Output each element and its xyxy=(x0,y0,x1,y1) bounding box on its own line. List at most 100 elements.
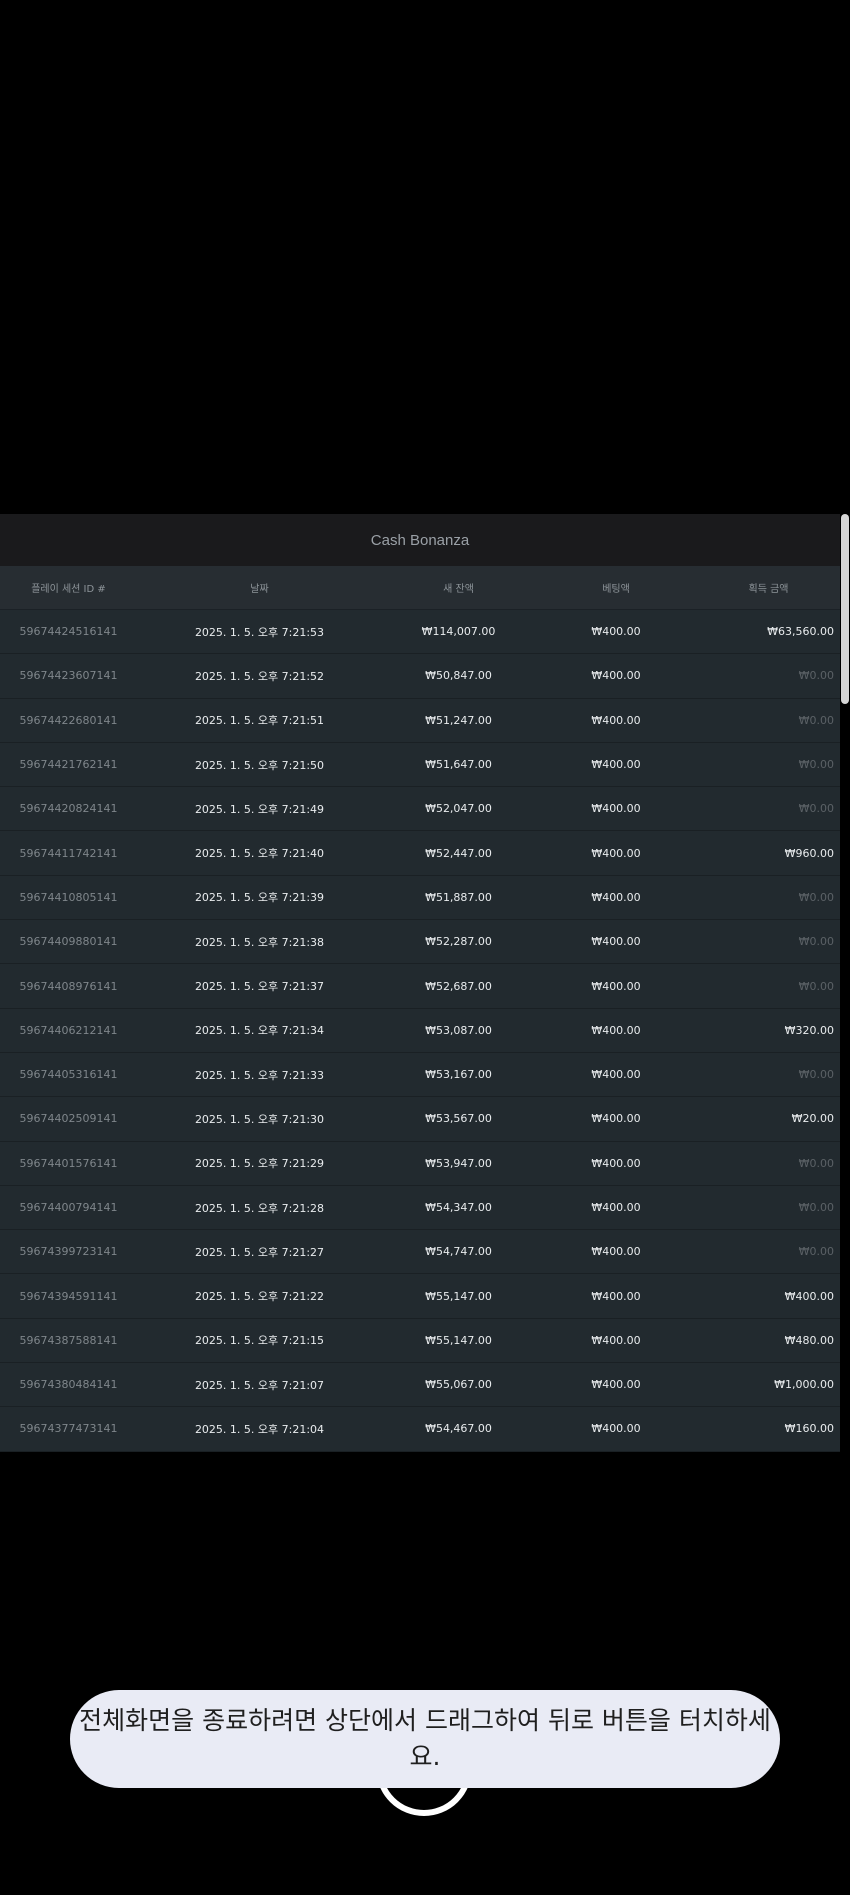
table-row[interactable]: 59674406212141 2025. 1. 5. 오후 7:21:34 ₩53,… xyxy=(0,1008,840,1053)
date-cell: 2025. 1. 5. 오후 7:21:51 xyxy=(194,714,325,728)
date-cell: 2025. 1. 5. 오후 7:21:49 xyxy=(194,802,325,816)
session-id-cell: 59674394591141 xyxy=(19,1289,118,1303)
table-row[interactable]: 59674394591141 2025. 1. 5. 오후 7:21:22 ₩55,… xyxy=(0,1274,840,1319)
new-balance-cell: ₩51,247.00 xyxy=(425,713,492,727)
new-balance-cell: ₩52,047.00 xyxy=(425,802,492,816)
date-cell: 2025. 1. 5. 오후 7:21:37 xyxy=(194,980,325,994)
table-row[interactable]: 59674405316141 2025. 1. 5. 오후 7:21:33 ₩53,… xyxy=(0,1052,840,1098)
date-cell: 2025. 1. 5. 오후 7:21:40 xyxy=(194,847,325,861)
session-id-cell: 59674405316141 xyxy=(19,1068,118,1082)
date-cell: 2025. 1. 5. 오후 7:21:07 xyxy=(194,1378,325,1392)
table-row[interactable]: 59674422680141 2025. 1. 5. 오후 7:21:51 ₩51,… xyxy=(0,698,840,743)
table-body[interactable]: 59674424516141 2025. 1. 5. 오후 7:21:53 ₩114… xyxy=(0,610,840,1452)
bet-cell: ₩400.00 xyxy=(591,669,641,683)
bet-cell: ₩400.00 xyxy=(591,846,641,860)
table-row[interactable]: 59674424516141 2025. 1. 5. 오후 7:21:53 ₩114… xyxy=(0,610,840,655)
session-id-cell: 59674411742141 xyxy=(19,846,118,860)
session-id-cell: 59674422680141 xyxy=(19,713,118,727)
session-id-cell: 59674380484141 xyxy=(19,1378,118,1392)
bet-cell: ₩400.00 xyxy=(591,935,641,949)
table-row[interactable]: 59674420824141 2025. 1. 5. 오후 7:21:49 ₩52,… xyxy=(0,787,840,832)
new-balance-cell: ₩55,067.00 xyxy=(425,1378,492,1392)
new-balance-cell: ₩114,007.00 xyxy=(421,625,496,639)
table-row[interactable]: 59674401576141 2025. 1. 5. 오후 7:21:29 ₩53,… xyxy=(0,1141,840,1186)
new-balance-cell: ₩53,567.00 xyxy=(425,1112,492,1126)
new-balance-cell: ₩55,147.00 xyxy=(425,1289,492,1303)
new-balance-cell: ₩54,347.00 xyxy=(425,1201,492,1214)
bet-cell: ₩400.00 xyxy=(591,1378,641,1392)
bet-cell: ₩400.00 xyxy=(591,1112,641,1126)
date-cell: 2025. 1. 5. 오후 7:21:22 xyxy=(194,1290,325,1304)
table-row[interactable]: 59674387588141 2025. 1. 5. 오후 7:21:15 ₩55,… xyxy=(0,1318,840,1364)
table-row[interactable]: 59674409880141 2025. 1. 5. 오후 7:21:38 ₩52,… xyxy=(0,920,840,965)
bet-cell: ₩400.00 xyxy=(591,1333,641,1347)
table-row[interactable]: 59674408976141 2025. 1. 5. 오후 7:21:37 ₩52,… xyxy=(0,964,840,1009)
new-balance-cell: ₩51,647.00 xyxy=(425,758,492,772)
new-balance-cell: ₩50,847.00 xyxy=(425,669,492,683)
table-row[interactable]: 59674399723141 2025. 1. 5. 오후 7:21:27 ₩54,… xyxy=(0,1230,840,1275)
bet-cell: ₩400.00 xyxy=(591,1156,641,1170)
history-panel: Cash Bonanza 플레이 세션 ID # 날짜 새 잔액 베팅액 획득 … xyxy=(0,514,840,1452)
column-header-new-balance: 새 잔액 xyxy=(443,584,474,595)
column-header-session-id: 플레이 세션 ID # xyxy=(31,584,106,595)
session-id-cell: 59674377473141 xyxy=(19,1422,118,1436)
date-cell: 2025. 1. 5. 오후 7:21:27 xyxy=(194,1245,325,1259)
scrollbar-thumb[interactable] xyxy=(841,514,849,704)
date-cell: 2025. 1. 5. 오후 7:21:53 xyxy=(194,625,325,639)
win-amount-cell: ₩960.00 xyxy=(784,846,834,860)
new-balance-cell: ₩55,147.00 xyxy=(425,1333,492,1347)
bet-cell: ₩400.00 xyxy=(591,1422,641,1436)
date-cell: 2025. 1. 5. 오후 7:21:30 xyxy=(194,1112,325,1126)
new-balance-cell: ₩52,287.00 xyxy=(425,935,492,949)
bet-cell: ₩400.00 xyxy=(591,1023,641,1037)
date-cell: 2025. 1. 5. 오후 7:21:33 xyxy=(194,1068,325,1082)
win-amount-cell: ₩0.00 xyxy=(798,669,834,683)
new-balance-cell: ₩52,447.00 xyxy=(425,846,492,860)
win-amount-cell: ₩0.00 xyxy=(798,1068,834,1082)
win-amount-cell: ₩1,000.00 xyxy=(774,1378,834,1392)
game-title: Cash Bonanza xyxy=(0,514,840,566)
column-header-win: 획득 금액 xyxy=(748,584,789,595)
table-row[interactable]: 59674377473141 2025. 1. 5. 오후 7:21:04 ₩54,… xyxy=(0,1407,840,1452)
session-id-cell: 59674406212141 xyxy=(19,1023,118,1037)
bet-cell: ₩400.00 xyxy=(591,1201,641,1214)
table-header: 플레이 세션 ID # 날짜 새 잔액 베팅액 획득 금액 xyxy=(0,566,840,610)
session-id-cell: 59674424516141 xyxy=(19,625,118,639)
bet-cell: ₩400.00 xyxy=(591,802,641,816)
table-row[interactable]: 59674421762141 2025. 1. 5. 오후 7:21:50 ₩51,… xyxy=(0,742,840,788)
table-row[interactable]: 59674423607141 2025. 1. 5. 오후 7:21:52 ₩50,… xyxy=(0,654,840,699)
win-amount-cell: ₩0.00 xyxy=(798,935,834,949)
table-row[interactable]: 59674400794141 2025. 1. 5. 오후 7:21:28 ₩54,… xyxy=(0,1185,840,1231)
table-row[interactable]: 59674402509141 2025. 1. 5. 오후 7:21:30 ₩53,… xyxy=(0,1097,840,1142)
win-amount-cell: ₩0.00 xyxy=(798,1156,834,1170)
session-id-cell: 59674423607141 xyxy=(19,669,118,683)
session-id-cell: 59674408976141 xyxy=(19,979,118,993)
date-cell: 2025. 1. 5. 오후 7:21:04 xyxy=(194,1422,325,1436)
win-amount-cell: ₩400.00 xyxy=(784,1289,834,1303)
date-cell: 2025. 1. 5. 오후 7:21:50 xyxy=(194,758,325,772)
table-row[interactable]: 59674380484141 2025. 1. 5. 오후 7:21:07 ₩55,… xyxy=(0,1363,840,1408)
table-row[interactable]: 59674410805141 2025. 1. 5. 오후 7:21:39 ₩51,… xyxy=(0,875,840,921)
bet-cell: ₩400.00 xyxy=(591,1068,641,1082)
bet-cell: ₩400.00 xyxy=(591,625,641,639)
win-amount-cell: ₩0.00 xyxy=(798,758,834,772)
bet-cell: ₩400.00 xyxy=(591,979,641,993)
date-cell: 2025. 1. 5. 오후 7:21:38 xyxy=(194,935,325,949)
date-cell: 2025. 1. 5. 오후 7:21:15 xyxy=(194,1334,325,1348)
history-table: 플레이 세션 ID # 날짜 새 잔액 베팅액 획득 금액 5967442451… xyxy=(0,566,840,1452)
new-balance-cell: ₩53,947.00 xyxy=(425,1156,492,1170)
session-id-cell: 59674420824141 xyxy=(19,802,118,816)
date-cell: 2025. 1. 5. 오후 7:21:52 xyxy=(194,669,325,683)
session-id-cell: 59674409880141 xyxy=(19,935,118,949)
session-id-cell: 59674399723141 xyxy=(19,1245,118,1259)
session-id-cell: 59674387588141 xyxy=(19,1333,118,1347)
session-id-cell: 59674402509141 xyxy=(19,1112,118,1126)
date-cell: 2025. 1. 5. 오후 7:21:29 xyxy=(194,1157,325,1171)
column-header-date: 날짜 xyxy=(250,584,269,595)
bet-cell: ₩400.00 xyxy=(591,758,641,772)
win-amount-cell: ₩0.00 xyxy=(798,979,834,993)
win-amount-cell: ₩0.00 xyxy=(798,713,834,727)
win-amount-cell: ₩0.00 xyxy=(798,1245,834,1259)
table-row[interactable]: 59674411742141 2025. 1. 5. 오후 7:21:40 ₩52,… xyxy=(0,831,840,876)
new-balance-cell: ₩53,087.00 xyxy=(425,1023,492,1037)
